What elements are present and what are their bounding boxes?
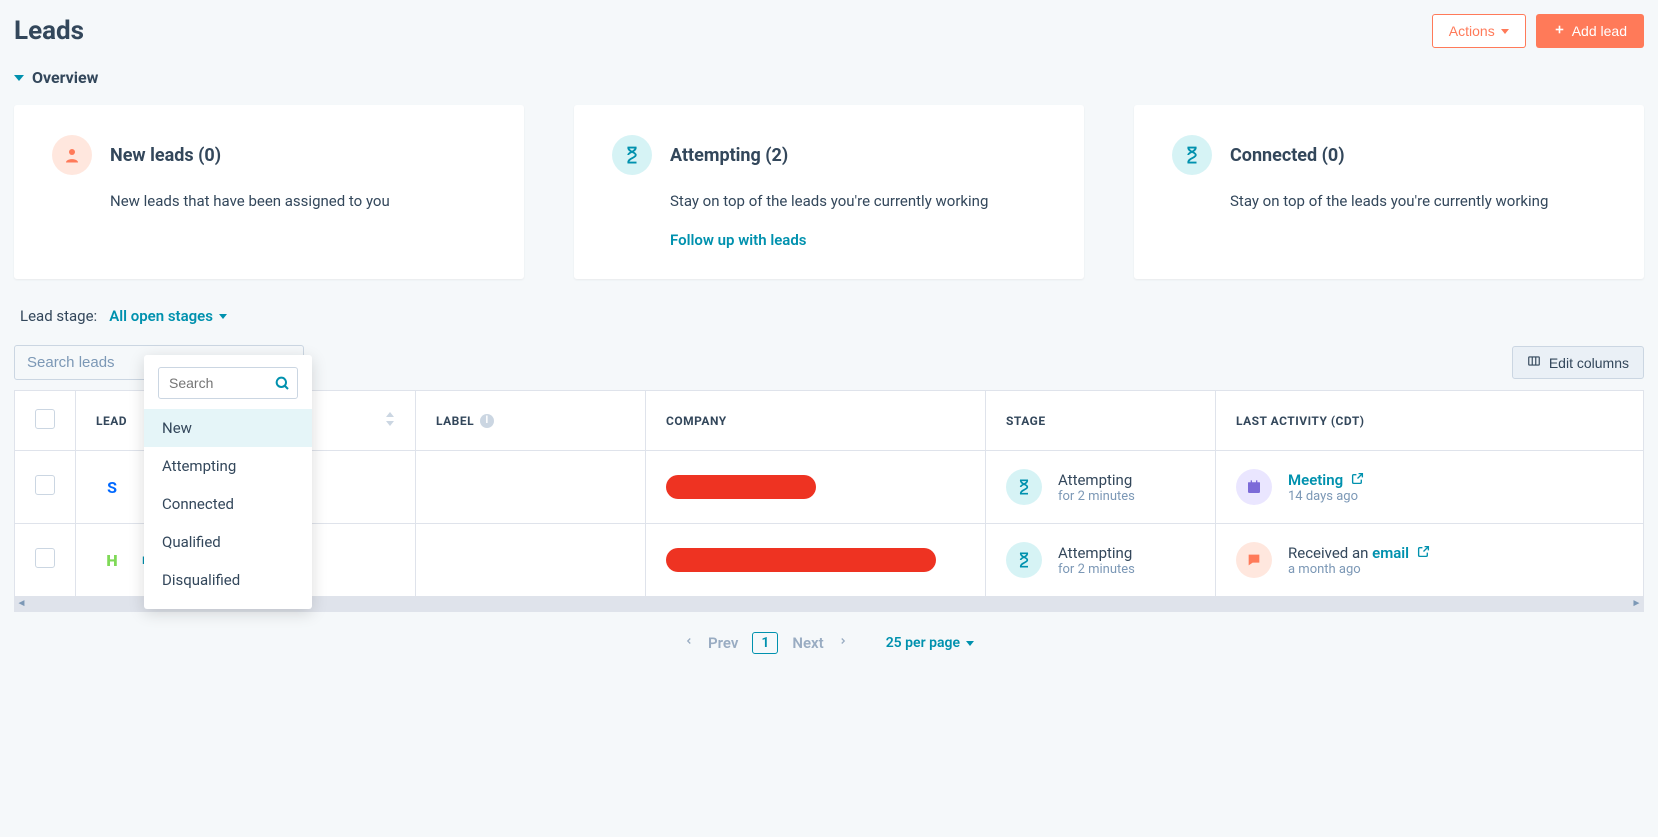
hourglass-icon — [1006, 542, 1042, 578]
edit-columns-button[interactable]: Edit columns — [1512, 346, 1644, 379]
card-title: Attempting (2) — [670, 145, 788, 166]
stage-name: Attempting — [1058, 471, 1135, 489]
activity-link[interactable]: Meeting — [1288, 471, 1343, 489]
overview-label: Overview — [32, 68, 98, 87]
search-icon — [274, 375, 290, 395]
dropdown-item-disqualified[interactable]: Disqualified — [144, 561, 312, 599]
add-lead-label: Add lead — [1572, 23, 1627, 39]
col-company-header: COMPANY — [666, 414, 727, 428]
card-description: New leads that have been assigned to you — [110, 189, 486, 213]
hourglass-icon — [612, 135, 652, 175]
activity-title: Meeting — [1288, 471, 1364, 489]
overview-cards: New leads (0) New leads that have been a… — [14, 105, 1644, 279]
card-link[interactable]: Follow up with leads — [670, 231, 807, 249]
activity-time: a month ago — [1288, 562, 1430, 577]
pagination: Prev 1 Next 25 per page — [14, 618, 1644, 668]
hourglass-icon — [1006, 469, 1042, 505]
chat-icon — [1236, 542, 1272, 578]
col-stage-header: STAGE — [1006, 414, 1046, 428]
select-all-checkbox[interactable] — [35, 409, 55, 429]
actions-label: Actions — [1449, 23, 1495, 39]
per-page-label: 25 per page — [886, 635, 960, 651]
row-checkbox[interactable] — [35, 475, 55, 495]
stage-time: for 2 minutes — [1058, 562, 1135, 577]
card-title: Connected (0) — [1230, 145, 1345, 166]
card-title: New leads (0) — [110, 145, 221, 166]
next-button[interactable]: Next — [792, 634, 823, 652]
col-label-header: LABEL — [436, 414, 474, 428]
sort-icon[interactable] — [385, 412, 395, 429]
plus-icon — [1553, 23, 1566, 39]
lead-stage-value: All open stages — [109, 307, 213, 325]
dropdown-item-new[interactable]: New — [144, 409, 312, 447]
hourglass-icon — [1172, 135, 1212, 175]
stage-name: Attempting — [1058, 544, 1135, 562]
edit-columns-label: Edit columns — [1549, 355, 1629, 371]
row-checkbox[interactable] — [35, 548, 55, 568]
add-lead-button[interactable]: Add lead — [1536, 14, 1644, 48]
lead-avatar: H — [96, 544, 128, 576]
dropdown-item-qualified[interactable]: Qualified — [144, 523, 312, 561]
per-page-selector[interactable]: 25 per page — [886, 635, 974, 651]
page-number-current[interactable]: 1 — [752, 632, 778, 654]
lead-avatar: S — [96, 471, 128, 503]
overview-card: Connected (0) Stay on top of the leads y… — [1134, 105, 1644, 279]
dropdown-item-connected[interactable]: Connected — [144, 485, 312, 523]
col-activity-header: LAST ACTIVITY (CDT) — [1236, 414, 1364, 428]
prev-button[interactable]: Prev — [708, 634, 738, 652]
prev-chevron-icon[interactable] — [684, 634, 694, 652]
overview-card: Attempting (2) Stay on top of the leads … — [574, 105, 1084, 279]
col-lead-header: LEAD — [96, 414, 127, 428]
external-link-icon — [1417, 544, 1430, 562]
calendar-icon — [1236, 469, 1272, 505]
company-redacted — [666, 475, 816, 499]
info-icon[interactable]: i — [480, 414, 494, 428]
next-chevron-icon[interactable] — [838, 634, 848, 652]
external-link-icon — [1351, 471, 1364, 489]
overview-toggle[interactable]: Overview — [14, 68, 1644, 87]
stage-time: for 2 minutes — [1058, 489, 1135, 504]
chevron-down-icon — [14, 75, 24, 81]
actions-button[interactable]: Actions — [1432, 14, 1526, 48]
lead-stage-filter[interactable]: All open stages — [109, 307, 227, 325]
dropdown-item-attempting[interactable]: Attempting — [144, 447, 312, 485]
scroll-left-icon: ◄ — [15, 597, 28, 610]
stage-filter-dropdown: NewAttemptingConnectedQualifiedDisqualif… — [144, 355, 312, 609]
scroll-right-icon: ► — [1630, 597, 1643, 610]
columns-icon — [1527, 354, 1541, 371]
activity-title: Received an email — [1288, 544, 1430, 562]
page-title: Leads — [14, 16, 84, 46]
overview-card: New leads (0) New leads that have been a… — [14, 105, 524, 279]
card-description: Stay on top of the leads you're currentl… — [670, 189, 1046, 213]
activity-time: 14 days ago — [1288, 489, 1364, 504]
company-redacted — [666, 548, 936, 572]
caret-down-icon — [1501, 29, 1509, 34]
activity-link[interactable]: email — [1372, 544, 1409, 562]
caret-down-icon — [966, 641, 974, 646]
caret-down-icon — [219, 314, 227, 319]
person-icon — [52, 135, 92, 175]
card-description: Stay on top of the leads you're currentl… — [1230, 189, 1606, 213]
lead-stage-label: Lead stage: — [20, 307, 97, 325]
